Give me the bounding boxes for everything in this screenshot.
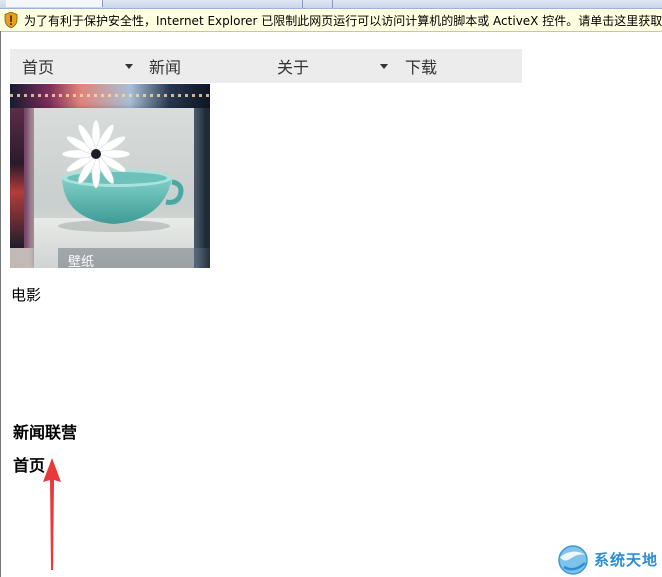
nav-item-label: 关于 bbox=[277, 58, 310, 77]
globe-logo-icon bbox=[558, 544, 588, 575]
slide-caption: 壁纸 bbox=[58, 248, 210, 268]
watermark-text: 系统天地 bbox=[594, 551, 659, 569]
nav-item-label: 首页 bbox=[22, 58, 55, 77]
city-night-background bbox=[10, 84, 210, 108]
teacup-flower-illustration bbox=[58, 119, 184, 232]
red-arrow-annotation bbox=[43, 458, 61, 570]
shield-warning-icon bbox=[4, 12, 18, 28]
watermark: 系统天地 bbox=[556, 542, 662, 577]
nav-item-news[interactable]: 新闻 bbox=[137, 49, 265, 83]
main-nav: 首页 新闻 关于 下载 bbox=[10, 49, 522, 83]
background-edge bbox=[10, 108, 24, 248]
ie-information-bar[interactable]: 为了有利于保护安全性，Internet Explorer 已限制此网页运行可以访… bbox=[0, 9, 662, 32]
background-edge bbox=[204, 108, 210, 268]
wallpaper-card[interactable]: 壁纸 bbox=[34, 108, 210, 268]
news-heading: 新闻联营 bbox=[13, 423, 78, 442]
nav-item-download[interactable]: 下载 bbox=[393, 49, 522, 83]
home-heading: 首页 bbox=[13, 456, 46, 475]
nav-item-label: 新闻 bbox=[149, 58, 182, 77]
nav-item-label: 下载 bbox=[405, 58, 438, 77]
wallpaper-slider-image[interactable]: 壁纸 bbox=[10, 84, 210, 268]
tab-separator bbox=[332, 0, 333, 8]
caret-down-icon bbox=[380, 64, 388, 69]
page-left-border bbox=[0, 31, 1, 577]
nav-item-about[interactable]: 关于 bbox=[265, 49, 393, 83]
infobar-message[interactable]: 为了有利于保护安全性，Internet Explorer 已限制此网页运行可以访… bbox=[24, 12, 662, 29]
slide-caption-text: 壁纸 bbox=[68, 255, 95, 268]
movie-link[interactable]: 电影 bbox=[11, 284, 41, 305]
caret-down-icon bbox=[125, 64, 133, 69]
nav-item-home[interactable]: 首页 bbox=[10, 49, 137, 83]
browser-tab-strip bbox=[0, 0, 662, 9]
tab-separator bbox=[302, 0, 303, 8]
browser-tab[interactable] bbox=[6, 0, 103, 7]
